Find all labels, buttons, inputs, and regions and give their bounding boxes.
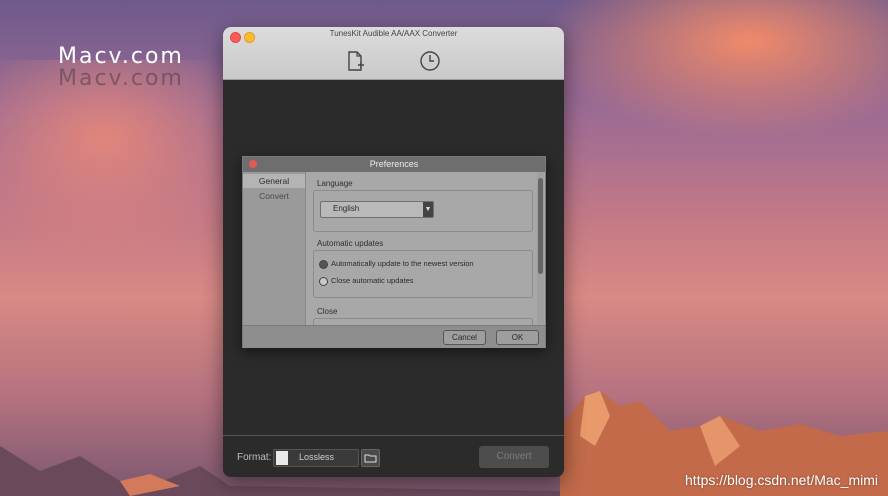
preferences-scrollbar[interactable] xyxy=(537,172,544,325)
preferences-dialog: Preferences General Convert Language Eng… xyxy=(242,156,546,348)
folder-icon xyxy=(364,454,377,463)
add-file-icon[interactable] xyxy=(344,50,366,72)
history-clock-icon[interactable] xyxy=(419,50,441,72)
format-selector[interactable]: Lossless xyxy=(273,449,359,467)
preferences-sidebar: General Convert xyxy=(243,172,306,325)
preferences-content: Language English ▼ Automatic updates Aut… xyxy=(306,172,538,325)
language-dropdown[interactable]: English ▼ xyxy=(320,201,434,218)
sky-glow xyxy=(540,0,888,140)
app-title: TunesKit Audible AA/AAX Converter xyxy=(329,29,458,38)
output-folder-button[interactable] xyxy=(361,449,380,467)
watermark-brand: Macv.com xyxy=(58,44,184,69)
format-value: Lossless xyxy=(299,452,335,462)
preferences-title: Preferences xyxy=(369,159,419,169)
format-file-icon xyxy=(276,451,288,465)
chevron-down-icon: ▼ xyxy=(423,202,433,217)
ok-button[interactable]: OK xyxy=(496,330,539,345)
watermark-brand-shadow: Macv.com xyxy=(58,66,184,91)
watermark-url: https://blog.csdn.net/Mac_mimi xyxy=(685,472,878,488)
close-section-label: Close xyxy=(317,307,338,316)
format-label: Format: xyxy=(237,452,272,463)
updates-section xyxy=(313,250,533,298)
radio-auto-update[interactable] xyxy=(319,260,328,269)
preferences-footer: Cancel OK xyxy=(243,325,545,348)
bottom-bar: Format: Lossless Convert xyxy=(223,435,564,477)
language-section-label: Language xyxy=(317,179,353,188)
sidebar-item-general[interactable]: General xyxy=(243,174,305,188)
scrollbar-thumb[interactable] xyxy=(538,178,543,274)
updates-section-label: Automatic updates xyxy=(317,239,384,248)
radio-close-updates-label: Close automatic updates xyxy=(331,276,414,285)
close-section xyxy=(313,318,533,325)
sidebar-item-convert[interactable]: Convert xyxy=(243,189,305,203)
radio-auto-update-label: Automatically update to the newest versi… xyxy=(331,259,474,268)
radio-close-updates[interactable] xyxy=(319,277,328,286)
titlebar: TunesKit Audible AA/AAX Converter xyxy=(223,27,564,80)
language-value: English xyxy=(333,204,360,213)
cancel-button[interactable]: Cancel xyxy=(443,330,486,345)
convert-button[interactable]: Convert xyxy=(479,446,549,468)
preferences-titlebar: Preferences xyxy=(243,157,545,172)
